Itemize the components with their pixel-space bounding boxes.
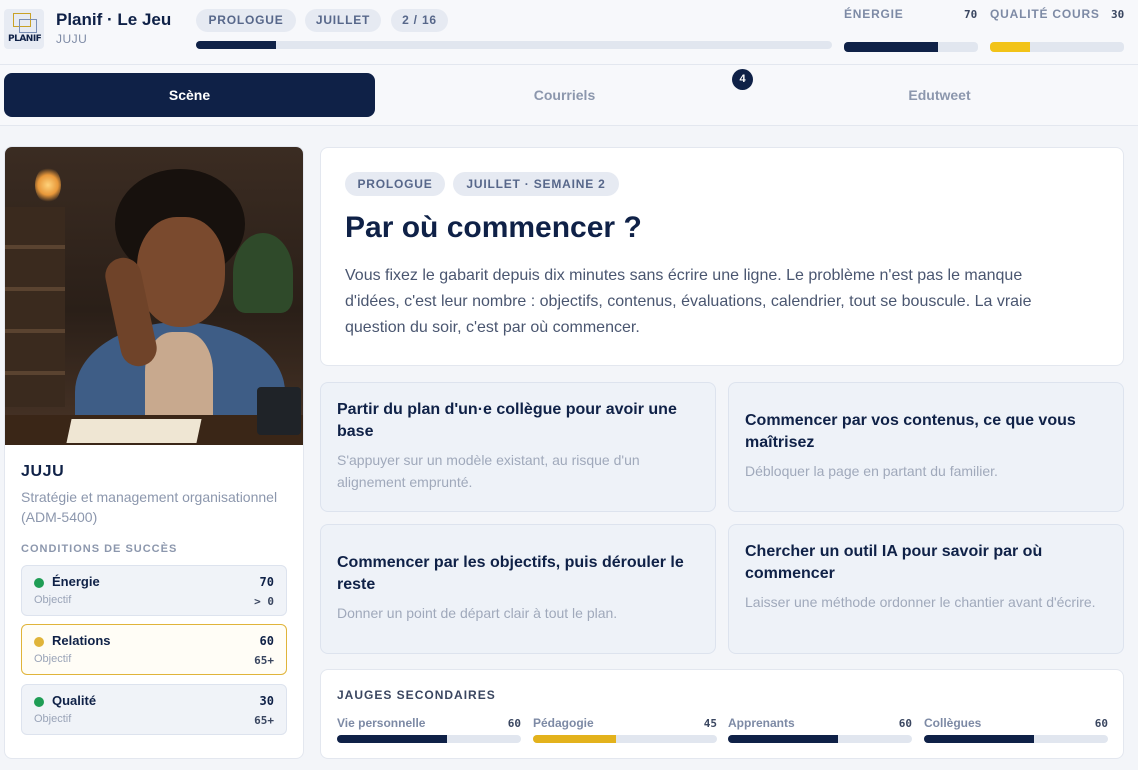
player-name: JUJU <box>56 32 88 46</box>
choice-title: Commencer par les objectifs, puis déroul… <box>337 554 684 593</box>
step-pill: 2 / 16 <box>391 9 448 32</box>
energy-value: 70 <box>964 8 978 21</box>
energy-label: ÉNERGIE <box>844 7 904 21</box>
gauge-name: Collègues <box>924 716 982 730</box>
character-name: JUJU <box>21 463 65 480</box>
success-conditions-title: CONDITIONS DE SUCCÈS <box>21 543 178 555</box>
status-dot-icon <box>34 578 44 588</box>
gauge-bar <box>533 735 717 743</box>
scene-title: Par où commencer ? <box>345 211 642 244</box>
scene-description: Vous fixez le gabarit depuis dix minutes… <box>345 267 1032 336</box>
secondary-gauges: JAUGES SECONDAIRES Vie personnelle 60 Pé… <box>320 669 1124 759</box>
scene-chapter-pill: PROLOGUE <box>345 172 445 196</box>
condition-label: Objectif <box>34 713 72 725</box>
gauge-bar <box>924 735 1108 743</box>
choice-description: Laisser une méthode ordonner le chantier… <box>745 594 1096 610</box>
gauge-apprenants: Apprenants 60 <box>728 714 912 744</box>
portrait-lamp <box>35 167 61 203</box>
condition-target: > 0 <box>254 595 274 608</box>
gauge-pedagogie: Pédagogie 45 <box>533 714 717 744</box>
choice-description: Débloquer la page en partant du familier… <box>745 463 998 479</box>
gauge-name: Vie personnelle <box>337 716 426 730</box>
gauge-bar-fill <box>924 735 1035 743</box>
choice-title: Chercher un outil IA pour savoir par où … <box>745 543 1043 582</box>
chapter-pill: PROLOGUE <box>196 9 296 32</box>
choice-ai-tool[interactable]: Chercher un outil IA pour savoir par où … <box>728 524 1124 654</box>
top-header: PLANIF Planif · Le Jeu JUJU PROLOGUE JUI… <box>0 0 1138 65</box>
energy-bar <box>844 42 978 52</box>
gauge-name: Apprenants <box>728 716 795 730</box>
condition-name: Énergie <box>52 574 100 589</box>
choice-start-with-content[interactable]: Commencer par vos contenus, ce que vous … <box>728 382 1124 512</box>
course-quality-value: 30 <box>1111 8 1125 21</box>
game-progress-bar <box>196 41 832 49</box>
condition-value: 70 <box>259 575 274 589</box>
emails-count-badge: 4 <box>732 69 753 90</box>
condition-energie: Énergie 70 Objectif > 0 <box>21 565 287 616</box>
game-progress-fill <box>196 41 276 49</box>
scene-week-pill: JUILLET · SEMAINE 2 <box>453 172 619 196</box>
choice-description: Donner un point de départ clair à tout l… <box>337 605 618 621</box>
app-title: Planif · Le Jeu <box>56 10 172 29</box>
condition-label: Objectif <box>34 594 72 606</box>
tab-edutweet[interactable]: Edutweet <box>754 73 1125 117</box>
gauge-value: 60 <box>1094 717 1108 730</box>
choice-start-with-objectives[interactable]: Commencer par les objectifs, puis déroul… <box>320 524 716 654</box>
condition-value: 30 <box>259 694 274 708</box>
month-pill: JUILLET <box>305 9 381 32</box>
gauge-vie-personnelle: Vie personnelle 60 <box>337 714 521 744</box>
gauge-value: 45 <box>703 717 717 730</box>
logo-text: PLANIF <box>8 34 42 44</box>
character-portrait <box>5 147 303 445</box>
course-quality-bar <box>990 42 1124 52</box>
status-dot-icon <box>34 697 44 707</box>
gauge-collegues: Collègues 60 <box>924 714 1108 744</box>
secondary-gauges-title: JAUGES SECONDAIRES <box>337 688 496 702</box>
tab-scene[interactable]: Scène <box>4 73 375 117</box>
course-quality-bar-fill <box>990 42 1031 52</box>
condition-label: Objectif <box>34 653 72 665</box>
character-card: JUJU Stratégie et management organisatio… <box>4 146 304 759</box>
logo-square-blue <box>19 19 37 33</box>
energy-bar-fill <box>844 42 938 52</box>
condition-name: Relations <box>52 633 111 648</box>
gauge-bar-fill <box>337 735 448 743</box>
choice-description: S'appuyer sur un modèle existant, au ris… <box>337 452 640 490</box>
condition-qualite: Qualité 30 Objectif 65+ <box>21 684 287 735</box>
gauge-name: Pédagogie <box>533 716 594 730</box>
condition-relations: Relations 60 Objectif 65+ <box>21 624 287 675</box>
choice-title: Commencer par vos contenus, ce que vous … <box>745 412 1076 451</box>
tab-courriels[interactable]: Courriels <box>379 73 750 117</box>
gauge-bar-fill <box>533 735 616 743</box>
scene-card: PROLOGUE JUILLET · SEMAINE 2 Par où comm… <box>320 147 1124 366</box>
portrait-plant <box>233 233 293 313</box>
portrait-face <box>137 217 225 327</box>
app-logo[interactable]: PLANIF <box>4 9 44 49</box>
condition-target: 65+ <box>254 654 274 667</box>
gauge-value: 60 <box>507 717 521 730</box>
choice-colleague-plan[interactable]: Partir du plan d'un·e collègue pour avoi… <box>320 382 716 512</box>
course-quality-label: QUALITÉ COURS <box>990 7 1100 21</box>
status-dot-icon <box>34 637 44 647</box>
gauge-bar-fill <box>728 735 839 743</box>
condition-name: Qualité <box>52 693 97 708</box>
portrait-notebook <box>66 419 202 443</box>
portrait-shelf <box>5 207 65 407</box>
gauge-bar <box>728 735 912 743</box>
main-tabs: Scène Courriels Edutweet <box>0 65 1138 126</box>
portrait-mug <box>257 387 301 435</box>
choice-title: Partir du plan d'un·e collègue pour avoi… <box>337 401 677 440</box>
gauge-value: 60 <box>898 717 912 730</box>
gauge-bar <box>337 735 521 743</box>
condition-target: 65+ <box>254 714 274 727</box>
character-course: Stratégie et management organisationnel … <box>21 489 278 525</box>
condition-value: 60 <box>259 634 274 648</box>
